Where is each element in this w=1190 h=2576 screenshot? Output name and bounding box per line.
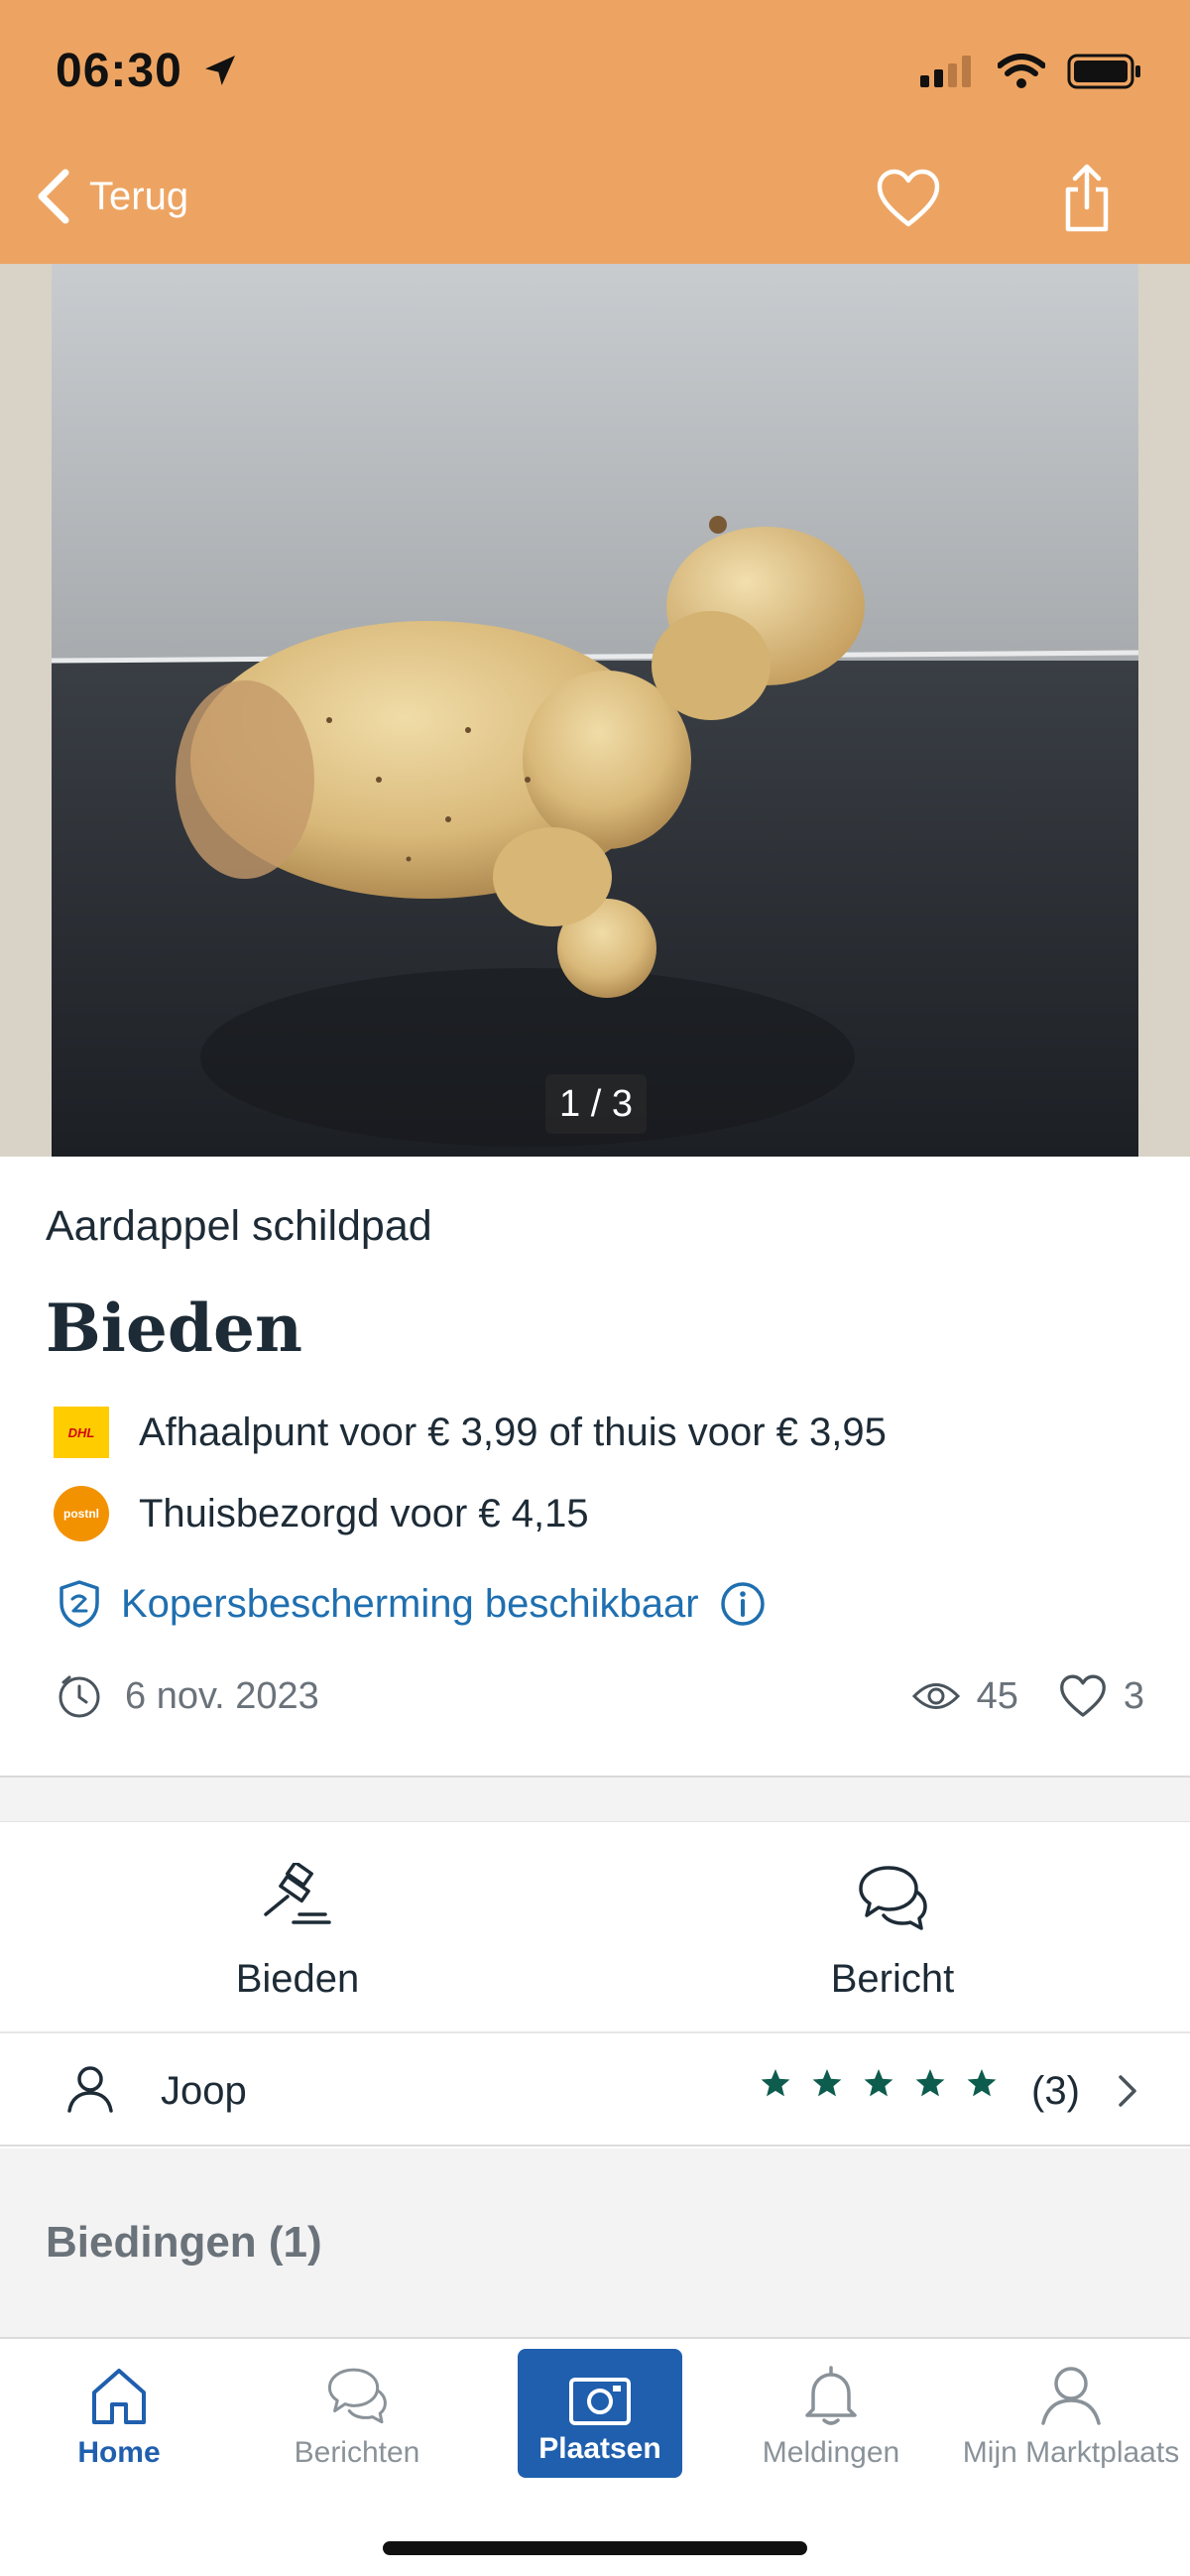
chat-bubbles-icon (327, 2368, 387, 2424)
back-button[interactable]: Terug (36, 169, 188, 224)
photo-counter: 1 / 3 (545, 1074, 647, 1134)
chat-bubbles-icon (859, 1866, 927, 1930)
listing-title: Aardappel schildpad (46, 1202, 432, 1250)
postnl-logo-text: postnl (63, 1507, 99, 1521)
potato-turtle-image (52, 264, 1138, 1157)
listing-stats: 45 3 (911, 1674, 1144, 1718)
tab-notifications-label: Meldingen (762, 2436, 900, 2469)
share-button[interactable] (1047, 159, 1127, 238)
views-text: 45 (976, 1674, 1018, 1717)
tab-my-marktplaats[interactable]: Mijn Marktplaats (952, 2339, 1190, 2478)
listing-date-text: 6 nov. 2023 (125, 1674, 319, 1717)
photo-frame (52, 264, 1138, 1157)
favorites-count: 3 (1058, 1674, 1144, 1718)
user-icon (67, 2066, 113, 2113)
top-bar: 06:30 Terug (0, 0, 1190, 264)
tab-place-ad[interactable]: Plaatsen (518, 2349, 682, 2478)
status-time: 06:30 (56, 44, 240, 98)
star-icon (967, 2069, 997, 2097)
listing-photo[interactable] (0, 264, 1190, 1157)
favorites-text: 3 (1123, 1674, 1144, 1717)
star-icon (915, 2069, 945, 2097)
shipping-option-postnl: postnl Thuisbezorgd voor € 4,15 (54, 1486, 589, 1541)
seller-row[interactable]: Joop (3) (0, 2031, 1190, 2147)
tab-messages[interactable]: Berichten (238, 2339, 476, 2478)
tab-my-marktplaats-label: Mijn Marktplaats (962, 2436, 1180, 2469)
seller-name: Joop (161, 2069, 247, 2113)
home-icon (92, 2369, 146, 2424)
shipping-text-dhl: Afhaalpunt voor € 3,99 of thuis voor € 3… (139, 1410, 887, 1454)
camera-icon (569, 2378, 631, 2425)
views-count: 45 (911, 1675, 1018, 1718)
location-arrow-icon (205, 56, 236, 85)
message-button[interactable]: Bericht (595, 1822, 1190, 2032)
tab-home[interactable]: Home (0, 2339, 238, 2478)
wifi-icon (998, 54, 1045, 88)
star-icon (864, 2069, 893, 2097)
dhl-logo-icon: DHL (54, 1407, 109, 1458)
listing-meta: 6 nov. 2023 45 3 (56, 1666, 1144, 1726)
info-icon[interactable] (719, 1580, 767, 1628)
tab-messages-label: Berichten (294, 2436, 420, 2469)
battery-icon (1067, 54, 1140, 89)
seller-rating-stars (760, 2067, 998, 2099)
postnl-logo-icon: postnl (54, 1486, 109, 1541)
listing-price: Bieden (46, 1289, 302, 1367)
chevron-right-icon (1119, 2075, 1136, 2107)
seller-rating-count: (3) (1031, 2069, 1080, 2113)
star-icon (761, 2069, 790, 2097)
tab-home-label: Home (77, 2436, 161, 2469)
heart-icon (877, 169, 940, 227)
share-icon (1065, 164, 1109, 232)
home-indicator (383, 2541, 807, 2555)
eye-icon (911, 1683, 960, 1709)
status-icons (920, 54, 1142, 89)
tab-notifications[interactable]: Meldingen (712, 2339, 950, 2478)
buyer-protection-link[interactable]: Kopersbescherming beschikbaar (58, 1579, 767, 1629)
bids-section: Biedingen (1) (0, 2148, 1190, 2337)
shield-icon (60, 1580, 99, 1628)
status-time-text: 06:30 (56, 45, 182, 97)
clock-icon (59, 1675, 100, 1718)
bottom-tab-bar: Home Berichten Plaatsen Meldingen Mijn M… (0, 2337, 1190, 2576)
user-icon (1041, 2367, 1101, 2425)
bid-label: Bieden (235, 1957, 360, 2001)
shipping-option-dhl: DHL Afhaalpunt voor € 3,99 of thuis voor… (54, 1407, 887, 1458)
bids-title: Biedingen (1) (46, 2218, 322, 2267)
bid-button[interactable]: Bieden (0, 1822, 595, 2032)
message-label: Bericht (830, 1957, 955, 2001)
section-divider (0, 1776, 1190, 1821)
heart-outline-icon (1059, 1674, 1106, 1717)
shipping-text-postnl: Thuisbezorgd voor € 4,15 (139, 1491, 589, 1535)
signal-icon (920, 56, 971, 87)
star-icon (812, 2069, 842, 2097)
favorite-button[interactable] (869, 159, 948, 238)
chevron-left-icon (38, 169, 69, 224)
gavel-icon (264, 1863, 331, 1924)
bell-icon (805, 2366, 857, 2425)
tab-place-ad-label: Plaatsen (538, 2432, 661, 2465)
listing-date: 6 nov. 2023 (56, 1672, 319, 1720)
buyer-protection-label: Kopersbescherming beschikbaar (121, 1581, 699, 1626)
dhl-logo-text: DHL (67, 1424, 95, 1440)
back-label: Terug (89, 174, 189, 218)
action-bar: Bieden Bericht (0, 1821, 1190, 2031)
